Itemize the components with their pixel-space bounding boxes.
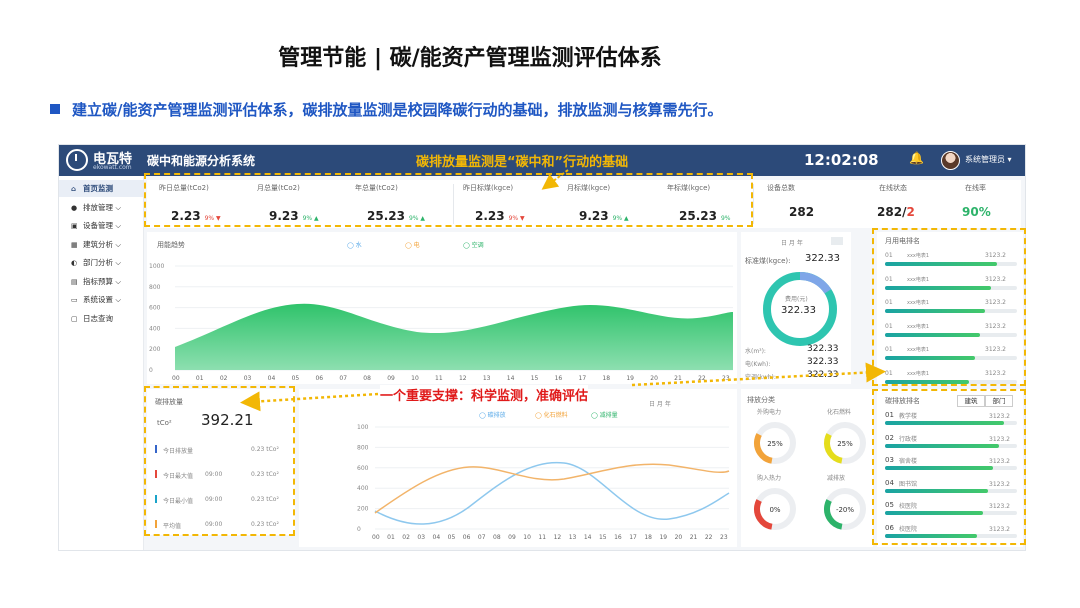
callout-top: 碳排放量监测是“碳中和”行动的基础 xyxy=(416,155,629,170)
callout-middle: 一个重要支撑：科学监测，准确评估 xyxy=(380,385,589,404)
annotation-arrows xyxy=(240,169,886,412)
